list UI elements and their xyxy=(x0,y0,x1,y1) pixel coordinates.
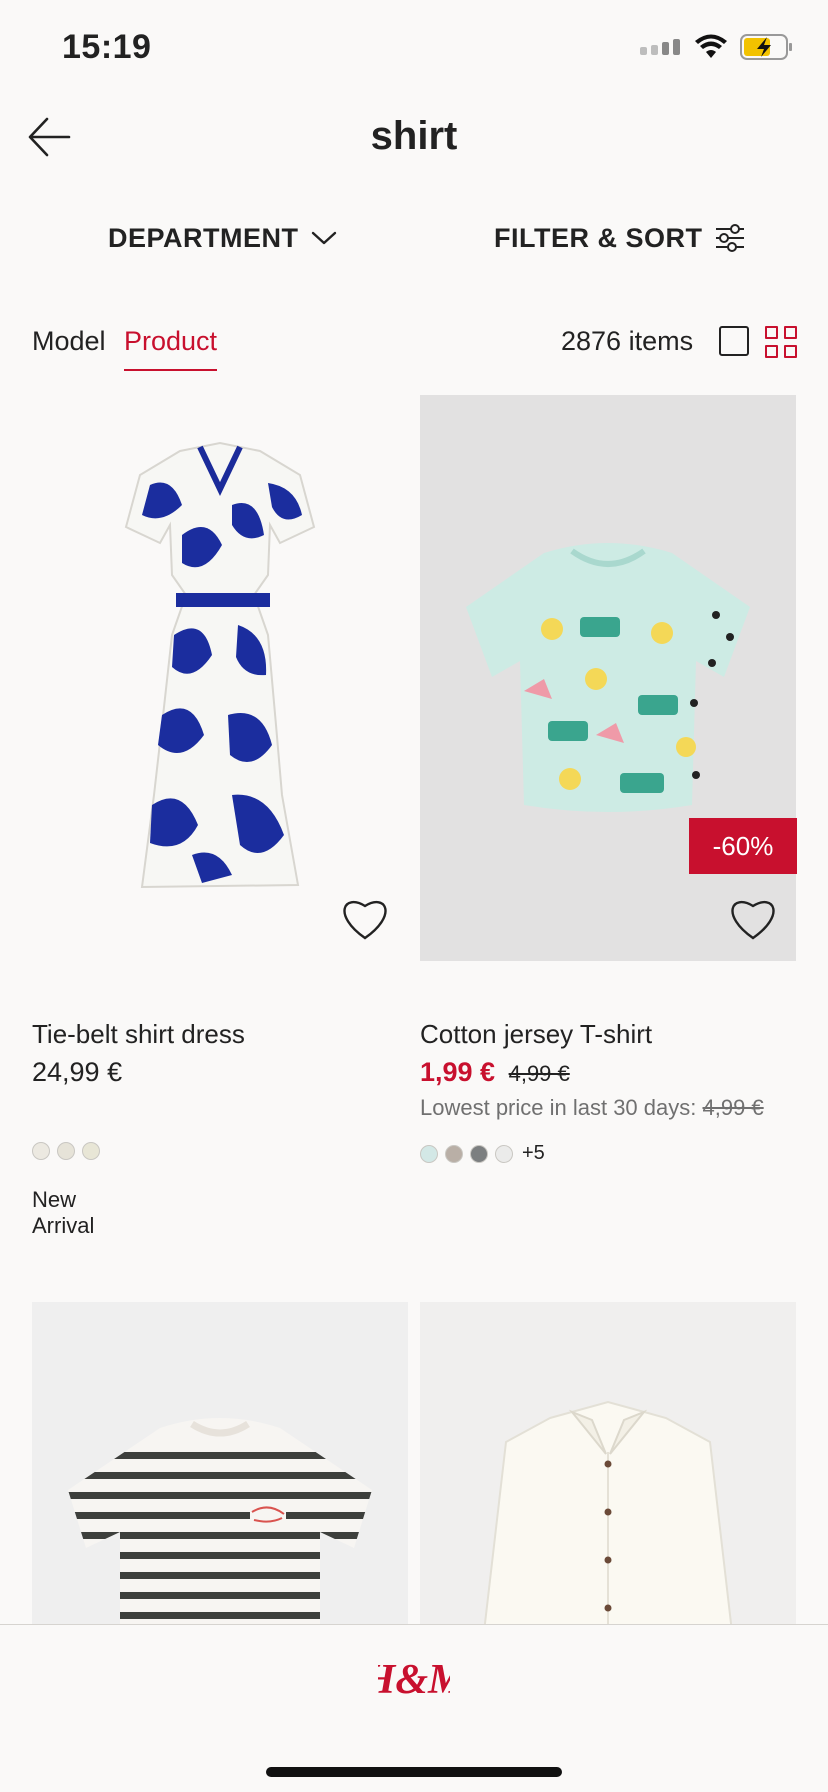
original-price: 4,99 € xyxy=(508,1061,570,1086)
sale-price: 1,99 € xyxy=(420,1057,496,1087)
color-swatch[interactable] xyxy=(495,1144,513,1163)
wifi-icon xyxy=(695,34,727,58)
filter-row: DEPARTMENT FILTER & SORT xyxy=(0,210,828,266)
status-time: 15:19 xyxy=(62,28,152,66)
heart-icon xyxy=(343,900,387,940)
discount-badge: -60% xyxy=(689,818,797,874)
product-image[interactable] xyxy=(420,1302,796,1632)
product-image-dress xyxy=(124,441,316,889)
color-swatch[interactable] xyxy=(420,1144,438,1163)
hm-logo[interactable]: H&M xyxy=(378,1653,450,1705)
single-view-icon[interactable] xyxy=(719,326,749,356)
favorite-button[interactable] xyxy=(338,891,392,945)
status-bar: 15:19 xyxy=(0,0,828,100)
svg-text:H&M: H&M xyxy=(378,1657,450,1703)
product-image[interactable] xyxy=(420,395,796,961)
lowest-price-note: Lowest price in last 30 days: 4,99 € xyxy=(420,1095,764,1121)
home-indicator xyxy=(266,1767,562,1777)
chevron-down-icon xyxy=(311,231,336,245)
item-count: 2876 items xyxy=(561,326,694,356)
department-label: DEPARTMENT xyxy=(108,222,299,253)
battery-charging-icon xyxy=(740,34,792,60)
product-image[interactable] xyxy=(32,1302,408,1632)
filter-sort-label: FILTER & SORT xyxy=(494,222,703,253)
department-button[interactable]: DEPARTMENT xyxy=(108,210,337,266)
more-colors[interactable]: +5 xyxy=(522,1142,545,1165)
color-swatch[interactable] xyxy=(82,1142,100,1160)
bottom-bar: H&M xyxy=(0,1624,828,1792)
tab-product[interactable]: Product xyxy=(124,326,218,371)
favorite-button[interactable] xyxy=(726,891,780,945)
product-image-striped-tshirt xyxy=(68,1418,372,1632)
cellular-signal-icon xyxy=(640,39,680,55)
product-image-tshirt xyxy=(466,543,750,812)
header: shirt xyxy=(0,100,828,180)
lowest-price-label: Lowest price in last 30 days: xyxy=(420,1095,697,1120)
grid-view-icon[interactable] xyxy=(765,326,797,358)
product-name[interactable]: Tie-belt shirt dress xyxy=(32,1019,245,1050)
new-arrival-tag: New Arrival xyxy=(32,1187,95,1238)
product-name[interactable]: Cotton jersey T-shirt xyxy=(420,1019,652,1050)
product-image-shirt xyxy=(482,1400,734,1632)
color-swatch[interactable] xyxy=(445,1144,463,1163)
product-price-row: 1,99 € 4,99 € xyxy=(420,1057,570,1088)
tab-model[interactable]: Model xyxy=(32,326,106,369)
color-swatch[interactable] xyxy=(57,1142,75,1160)
color-swatches: +5 xyxy=(420,1142,545,1165)
product-price: 24,99 € xyxy=(32,1057,123,1087)
color-swatch[interactable] xyxy=(470,1144,488,1163)
heart-icon xyxy=(731,900,775,940)
lowest-price-value: 4,99 € xyxy=(702,1095,764,1120)
sliders-icon xyxy=(715,224,744,252)
color-swatches xyxy=(32,1142,100,1160)
page-title: shirt xyxy=(370,114,458,158)
color-swatch[interactable] xyxy=(32,1142,50,1160)
filter-sort-button[interactable]: FILTER & SORT xyxy=(494,210,745,266)
product-image[interactable] xyxy=(32,395,408,961)
view-row: Model Product 2876 items xyxy=(0,318,828,378)
status-icons xyxy=(640,34,794,60)
